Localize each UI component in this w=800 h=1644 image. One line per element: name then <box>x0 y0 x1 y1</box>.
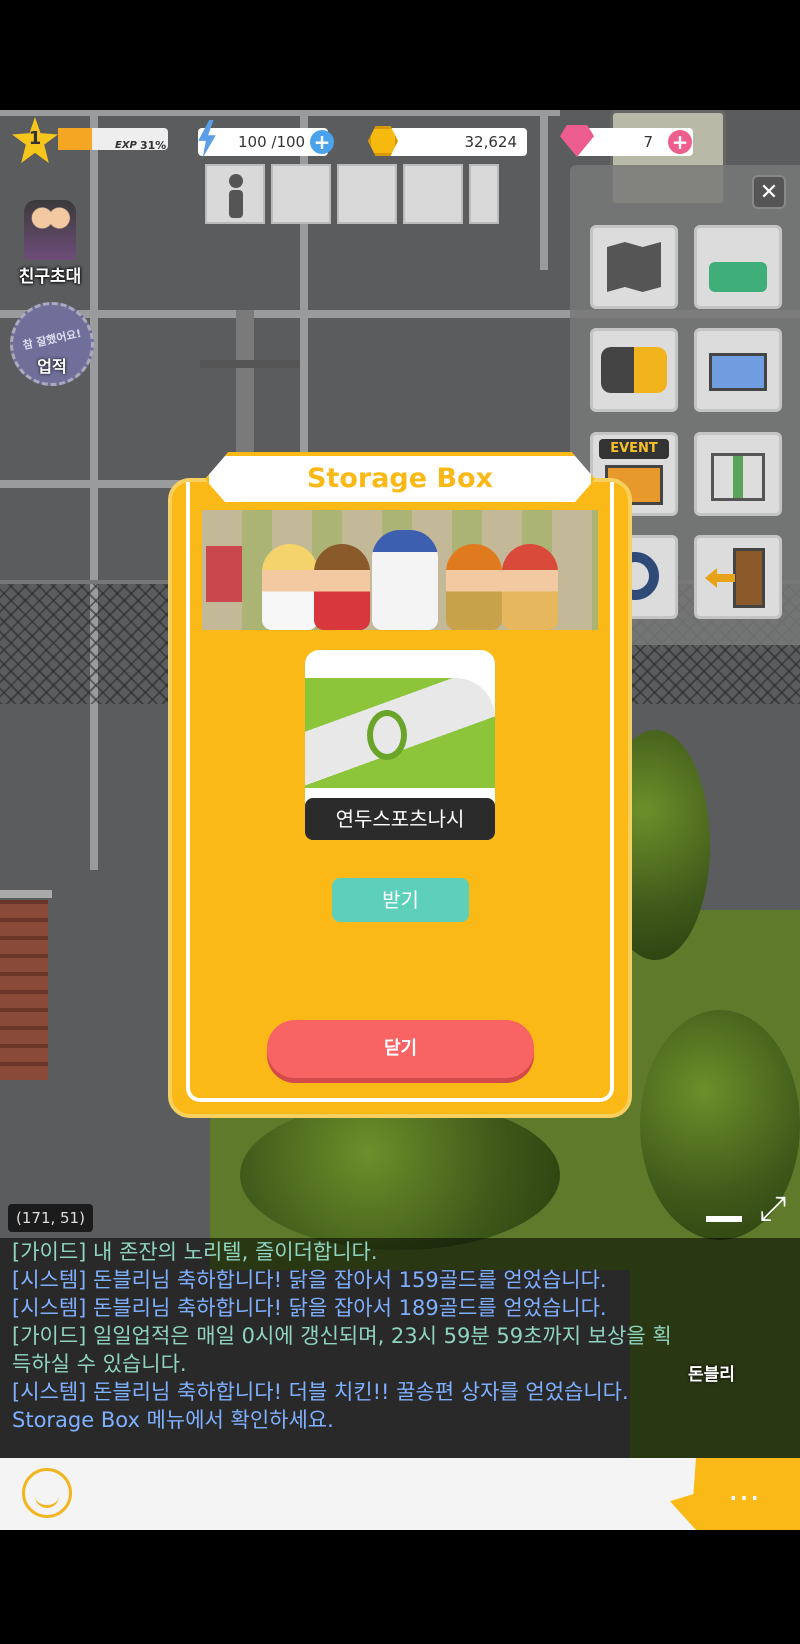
gold-counter: 32,624 <box>375 128 527 156</box>
chat-input-bar[interactable] <box>0 1458 800 1530</box>
quick-slot-2[interactable] <box>337 164 397 224</box>
quick-slot-3[interactable] <box>403 164 463 224</box>
banner-character-2 <box>314 544 370 630</box>
banner-character-4 <box>446 544 502 630</box>
gift-icon <box>711 453 765 501</box>
achievement-button[interactable]: 참 잘했어요! 업적 <box>10 302 94 386</box>
chat-line: [가이드] 내 존잔의 노리텔, 즐이더합니다. <box>12 1240 378 1264</box>
chat-line: [가이드] 일일업적은 매일 0시에 갱신되며, 23시 59분 59초까지 보… <box>12 1324 672 1348</box>
achievement-label: 업적 <box>37 357 67 376</box>
quick-slot-1[interactable] <box>271 164 331 224</box>
envelope-icon <box>709 353 767 391</box>
gold-value: 32,624 <box>464 133 518 151</box>
friends-button[interactable] <box>590 328 678 412</box>
walk-person-body <box>229 190 243 218</box>
add-energy-button[interactable]: + <box>310 130 334 154</box>
side-menu-close-button[interactable]: ✕ <box>752 175 786 209</box>
exit-arrow-icon <box>705 568 735 588</box>
chat-line: Storage Box 메뉴에서 확인하세요. <box>12 1408 334 1432</box>
reward-item-name: 연두스포츠나시 <box>305 798 495 840</box>
friends-icon <box>601 347 667 393</box>
banner-character-5 <box>502 544 558 630</box>
energy-counter: 100 /100 <box>198 128 328 156</box>
chat-log[interactable]: [가이드] 내 존잔의 노리텔, 즐이더합니다. [시스템] 돈블리님 축하합니… <box>0 1238 800 1458</box>
close-dialog-button[interactable]: 닫기 <box>267 1020 534 1078</box>
reward-item-card <box>305 650 495 815</box>
wardrobe-button[interactable] <box>694 225 782 309</box>
level-value: 1 <box>28 128 42 149</box>
walk-person-icon <box>229 174 243 188</box>
gem-value: 7 <box>643 133 653 151</box>
banner-character-1 <box>262 544 318 630</box>
quick-slot-4[interactable] <box>469 164 499 224</box>
more-dots-icon: … <box>728 1470 760 1508</box>
friends-avatar-icon <box>24 200 76 260</box>
minimize-chat-button[interactable] <box>706 1216 742 1222</box>
exp-value: 31% <box>140 139 167 152</box>
exit-door-icon <box>733 548 765 608</box>
exp-bar-fill <box>58 128 93 150</box>
chat-line: 득하실 수 있습니다. <box>12 1352 187 1376</box>
energy-value: 100 /100 <box>238 133 306 151</box>
map-button[interactable] <box>590 225 678 309</box>
exp-label: EXP <box>115 140 137 151</box>
walk-mode-button[interactable] <box>205 164 265 224</box>
achievement-badge-text: 참 잘했어요! <box>21 326 83 353</box>
chat-line: [시스템] 돈블리님 축하합니다! 더블 치킨!! 꿀송편 상자를 얻었습니다. <box>12 1380 629 1404</box>
emoji-smile-mouth <box>35 1491 59 1508</box>
banner-character-3 <box>372 530 438 630</box>
gift-button[interactable] <box>694 432 782 516</box>
emoji-smile-icon[interactable] <box>22 1468 72 1518</box>
event-label: EVENT <box>599 439 669 459</box>
receive-button[interactable]: 받기 <box>332 878 469 922</box>
invite-friends-button[interactable]: 친구초대 <box>10 200 90 290</box>
invite-friends-label: 친구초대 <box>18 267 82 287</box>
expand-chat-button[interactable]: ⤢ <box>752 1188 794 1230</box>
add-gem-button[interactable]: + <box>668 130 692 154</box>
number-8-icon <box>367 710 407 760</box>
exit-button[interactable] <box>694 535 782 619</box>
chat-line: [시스템] 돈블리님 축하합니다! 닭을 잡아서 159골드를 얻었습니다. <box>12 1268 607 1292</box>
banner-building <box>206 546 242 602</box>
player-name-tag: 돈블리 <box>688 1365 735 1385</box>
chat-line: [시스템] 돈블리님 축하합니다! 닭을 잡아서 189골드를 얻었습니다. <box>12 1296 607 1320</box>
coordinates-readout: (171, 51) <box>8 1204 93 1232</box>
storage-banner-image <box>202 510 598 630</box>
mail-button[interactable] <box>694 328 782 412</box>
map-icon <box>607 242 661 292</box>
hanger-icon <box>709 262 767 292</box>
storage-box-title: Storage Box <box>306 463 494 494</box>
